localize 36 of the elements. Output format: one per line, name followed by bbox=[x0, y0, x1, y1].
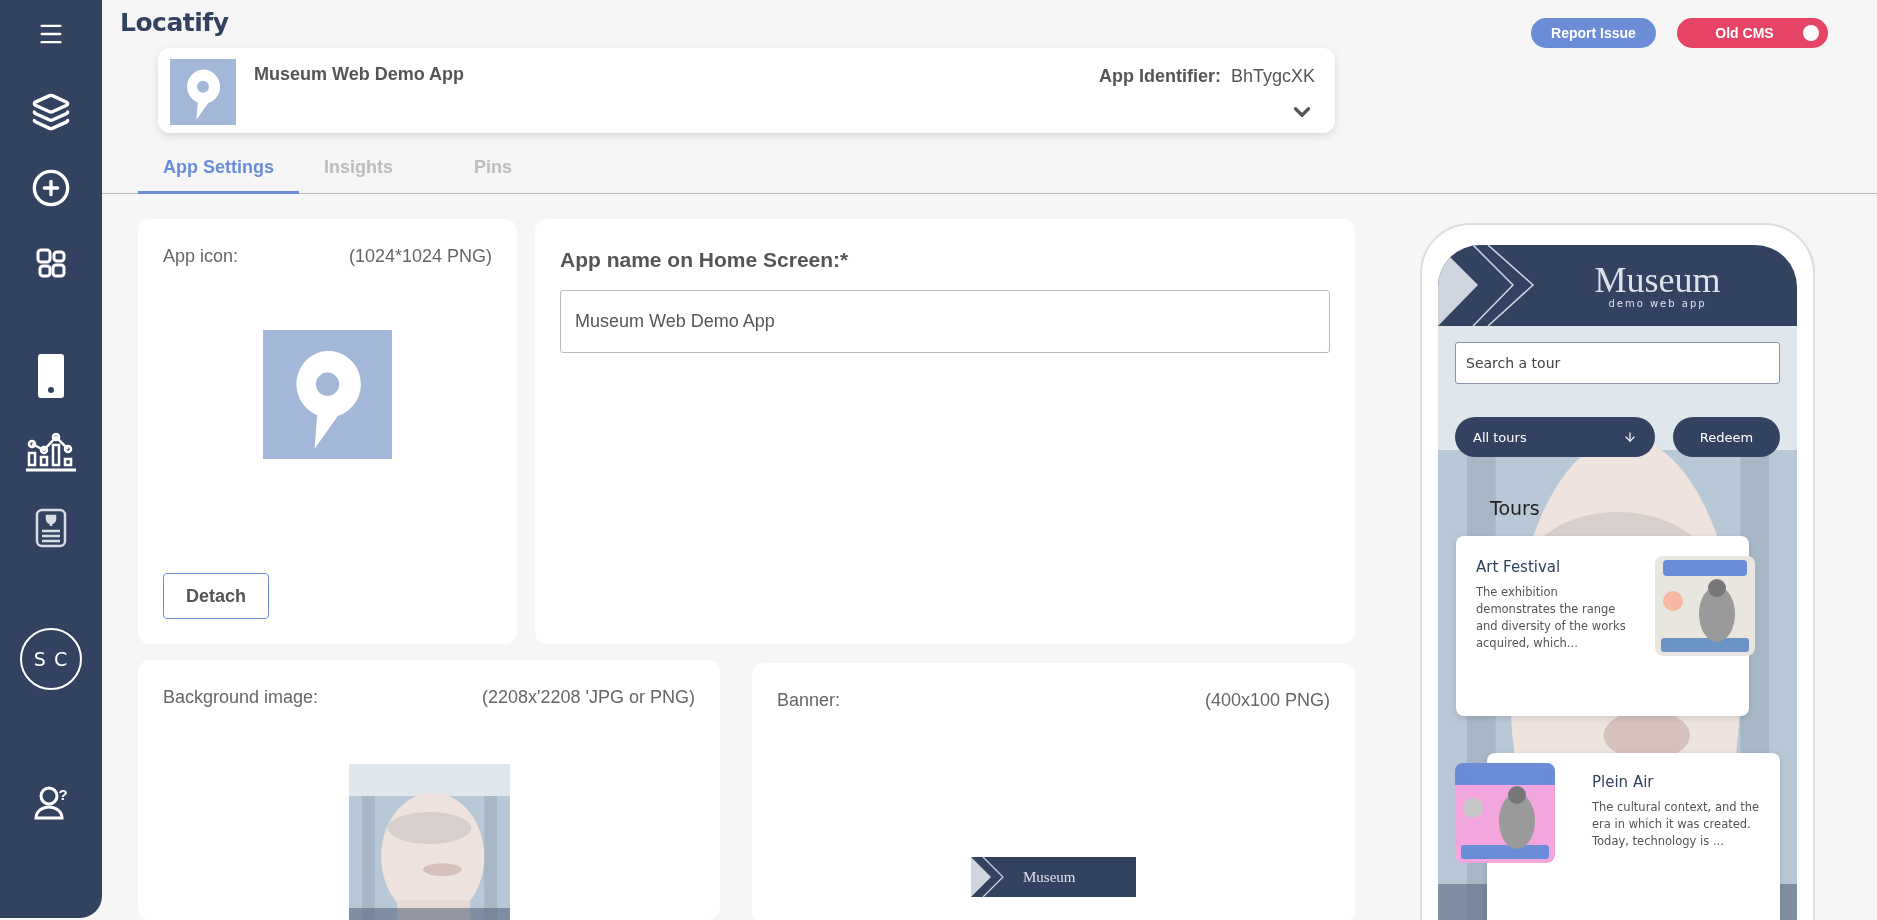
add-button[interactable] bbox=[31, 168, 71, 208]
certificate-button[interactable] bbox=[35, 508, 67, 548]
pin-logo-icon bbox=[170, 59, 236, 125]
card-label: Banner: bbox=[777, 690, 841, 711]
app-name-field[interactable]: Museum Web Demo App bbox=[560, 290, 1330, 353]
certificate-icon bbox=[35, 508, 67, 548]
devices-button[interactable] bbox=[38, 354, 64, 398]
app-title: Museum bbox=[1594, 262, 1721, 298]
size-spec: (400x100 PNG) bbox=[1204, 690, 1330, 711]
analytics-button[interactable] bbox=[25, 433, 77, 473]
identifier-label: App Identifier: bbox=[1098, 66, 1221, 87]
detach-button[interactable]: Detach bbox=[163, 573, 269, 619]
user-icon bbox=[34, 786, 65, 820]
help-button[interactable] bbox=[34, 786, 65, 820]
identifier-value: BhTygcXK bbox=[1230, 66, 1315, 87]
help-mark: ? bbox=[58, 786, 68, 803]
banner-title: Museum bbox=[1023, 868, 1076, 886]
app-subtitle: demo web app bbox=[1608, 298, 1707, 309]
chart-icon bbox=[25, 433, 77, 473]
smartphone-icon bbox=[38, 354, 64, 398]
grid-icon bbox=[36, 248, 66, 278]
plus-circle-icon bbox=[31, 168, 71, 208]
field-label: App name on Home Screen:* bbox=[560, 248, 850, 272]
pin-logo-icon bbox=[263, 330, 392, 459]
app-name: Museum Web Demo App bbox=[254, 64, 465, 86]
apps-button[interactable] bbox=[36, 248, 66, 278]
cms-toggle[interactable]: Old CMS bbox=[1677, 18, 1828, 48]
card-label: Background image: bbox=[163, 687, 319, 708]
user-avatar[interactable]: S C bbox=[20, 628, 82, 690]
card-label: App icon: bbox=[163, 246, 239, 267]
layers-icon bbox=[31, 92, 71, 132]
brand-logo: Locatify bbox=[120, 8, 229, 37]
layers-button[interactable] bbox=[31, 92, 71, 132]
chevron-graphic-icon bbox=[971, 857, 1005, 897]
size-spec: (1024*1024 PNG) bbox=[348, 246, 492, 267]
size-spec: (2208x'2208 'JPG or PNG) bbox=[482, 687, 695, 708]
